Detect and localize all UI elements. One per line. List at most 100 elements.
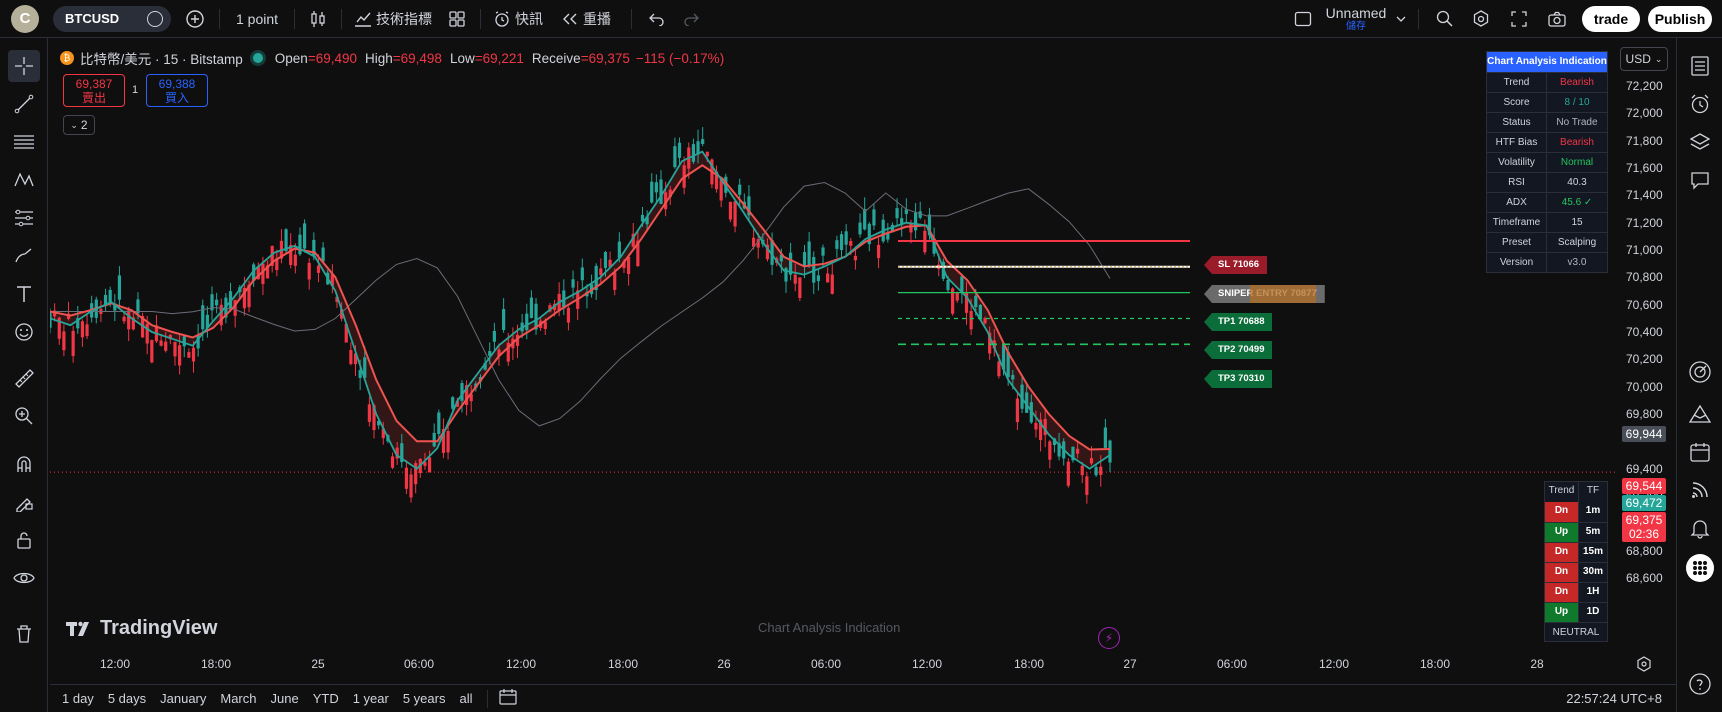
range-button[interactable]: March (220, 691, 256, 706)
crosshair-icon[interactable] (8, 50, 40, 82)
high-value: =69,498 (392, 50, 442, 66)
range-button[interactable]: June (271, 691, 299, 706)
candle (580, 267, 584, 281)
quick-search-icon[interactable] (1432, 0, 1458, 38)
chat-icon[interactable] (1684, 164, 1716, 196)
layout-checkbox-icon[interactable] (1292, 0, 1314, 38)
mountain-icon[interactable] (1684, 398, 1716, 430)
candle (872, 209, 876, 226)
news-button[interactable]: 快訊 (515, 0, 557, 38)
alert-clock-icon[interactable] (489, 0, 515, 38)
lightning-icon[interactable]: ⚡ (1098, 627, 1120, 649)
ema-lines (50, 150, 1111, 470)
pattern-icon[interactable] (8, 164, 40, 196)
layout-name: Unnamed (1325, 5, 1387, 21)
help-icon[interactable] (1684, 668, 1716, 700)
brush-icon[interactable] (8, 240, 40, 272)
buy-button[interactable]: 69,388 買入 (146, 74, 208, 107)
candle (71, 330, 75, 356)
divider (486, 689, 488, 708)
candle (997, 361, 1001, 377)
range-button[interactable]: YTD (313, 691, 339, 706)
ruler-icon[interactable] (8, 362, 40, 394)
trendline-icon[interactable] (8, 88, 40, 120)
camera-icon[interactable] (1544, 0, 1570, 38)
trade-button[interactable]: trade (1582, 6, 1640, 32)
templates-icon[interactable] (442, 0, 472, 38)
lock-icon[interactable] (8, 524, 40, 556)
candle (807, 241, 811, 266)
divider (1418, 9, 1419, 29)
range-button[interactable]: 1 day (62, 691, 94, 706)
buy-price: 69,388 (158, 77, 196, 91)
replay-icon[interactable] (557, 0, 583, 38)
alarm-clock-icon[interactable] (1684, 88, 1716, 120)
analysis-key: ADX (1487, 193, 1547, 212)
utc-clock[interactable]: 22:57:24 UTC+8 (1566, 691, 1662, 706)
candle (895, 208, 899, 219)
apps-grid-icon[interactable] (1684, 552, 1716, 584)
layers-icon[interactable] (1684, 126, 1716, 158)
indicators-icon[interactable] (350, 0, 376, 38)
axis-settings-icon[interactable] (1636, 656, 1652, 675)
candle (691, 144, 696, 162)
replay-button[interactable]: 重播 (583, 0, 623, 38)
range-button[interactable]: January (160, 691, 206, 706)
layout-name-group[interactable]: Unnamed 儲存 (1322, 5, 1390, 32)
forecast-icon[interactable] (8, 202, 40, 234)
redo-icon[interactable] (674, 0, 708, 38)
add-symbol-icon[interactable] (179, 0, 211, 38)
text-icon[interactable] (8, 278, 40, 310)
fullscreen-icon[interactable] (1506, 0, 1532, 38)
range-button[interactable]: 5 years (403, 691, 446, 706)
candle (127, 310, 131, 330)
user-avatar[interactable]: C (11, 4, 39, 33)
candle (164, 341, 168, 351)
candle (321, 247, 325, 262)
magnet-icon[interactable] (8, 448, 40, 480)
interval-button[interactable]: 1 point (228, 0, 286, 38)
chevron-down-icon[interactable] (1394, 0, 1408, 38)
indicators-collapse-button[interactable]: ⌄ 2 (63, 115, 95, 135)
undo-icon[interactable] (640, 0, 674, 38)
symbol-search[interactable]: BTCUSD (53, 5, 171, 32)
analysis-row: RSI 40.3 (1487, 172, 1607, 192)
sell-button[interactable]: 69,387 賣出 (63, 74, 125, 107)
calendar-icon[interactable] (1684, 436, 1716, 468)
candle (492, 330, 496, 342)
market-status-icon (252, 53, 263, 63)
bell-icon[interactable] (1684, 512, 1716, 544)
watchlist-icon[interactable] (1684, 50, 1716, 82)
target-icon[interactable] (1684, 356, 1716, 388)
time-label: 18:00 (200, 657, 232, 671)
trash-icon[interactable] (8, 618, 40, 650)
range-button[interactable]: 5 days (108, 691, 146, 706)
tradingview-name: TradingView (100, 617, 218, 639)
indicators-button[interactable]: 技術指標 (376, 0, 442, 38)
drawing-toolbar (0, 38, 48, 712)
publish-button[interactable]: Publish (1648, 6, 1712, 32)
candles (50, 127, 1112, 504)
date-range-icon[interactable] (498, 688, 518, 709)
zoom-in-icon[interactable] (8, 400, 40, 432)
analysis-row: Status No Trade (1487, 112, 1607, 132)
eye-icon[interactable] (8, 562, 40, 594)
settings-gear-icon[interactable] (1468, 0, 1494, 38)
range-button[interactable]: all (459, 691, 472, 706)
price-label: 71,000 (1626, 243, 1663, 257)
legend-title[interactable]: 比特幣/美元 · 15 · Bitstamp (80, 48, 243, 68)
range-button[interactable]: 1 year (353, 691, 389, 706)
price-chart[interactable] (50, 40, 1616, 680)
price-axis[interactable]: 72,200 72,000 71,800 71,600 71,400 71,200 71,0… (1616, 40, 1674, 680)
draw-lock-icon[interactable] (8, 486, 40, 518)
mtf-timeframe: 15m (1582, 546, 1603, 557)
candle (617, 241, 621, 258)
candle-type-icon[interactable] (303, 0, 333, 38)
chevron-down-icon: ⌄ (70, 119, 78, 130)
emoji-icon[interactable] (8, 316, 40, 348)
rss-icon[interactable] (1684, 474, 1716, 506)
horizontal-lines-icon[interactable] (8, 126, 40, 158)
time-label: 06:00 (1216, 657, 1248, 671)
tradingview-logo[interactable]: TradingView (66, 617, 217, 640)
candle (1015, 398, 1020, 423)
